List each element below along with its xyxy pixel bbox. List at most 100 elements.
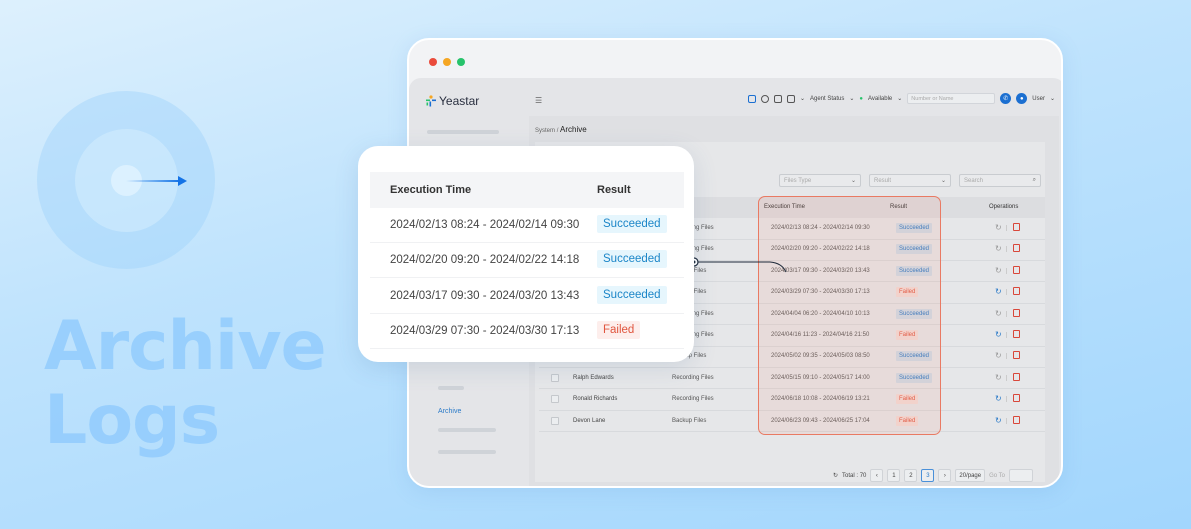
sidebar-item-placeholder[interactable] bbox=[427, 130, 499, 134]
menu-collapse-icon[interactable]: ☰ bbox=[535, 96, 542, 105]
chevron-down-icon: ⌄ bbox=[1049, 96, 1055, 102]
retry-icon[interactable]: ↻ bbox=[995, 223, 1002, 232]
breadcrumb: System / Archive bbox=[535, 125, 587, 134]
retry-icon[interactable]: ↻ bbox=[995, 416, 1002, 425]
availability-dropdown[interactable]: Available bbox=[868, 96, 892, 102]
page-2-button[interactable]: 2 bbox=[904, 469, 918, 482]
divider bbox=[1006, 396, 1007, 403]
sidebar-item-archive[interactable]: Archive bbox=[438, 408, 461, 415]
check-circle-icon: ● bbox=[859, 95, 864, 102]
search-icon: ⌕ bbox=[1032, 177, 1036, 183]
callout-status-badge: Failed bbox=[597, 320, 641, 339]
retry-icon[interactable]: ↻ bbox=[995, 373, 1002, 382]
row-name: Ronald Richards bbox=[573, 396, 618, 403]
divider bbox=[1006, 267, 1007, 274]
page-1-button[interactable]: 1 bbox=[887, 469, 901, 482]
chevron-down-icon: ⌄ bbox=[850, 178, 856, 184]
row-name: Ralph Edwards bbox=[573, 374, 614, 381]
hero-title-line2: Logs bbox=[44, 381, 220, 460]
highlight-box bbox=[758, 196, 941, 435]
user-avatar-icon[interactable]: ● bbox=[1016, 93, 1028, 104]
chevron-down-icon: ⌄ bbox=[897, 96, 903, 102]
callout-row: 2024/02/13 08:24 - 2024/02/14 09:30 Succe… bbox=[370, 208, 684, 243]
delete-icon[interactable] bbox=[1013, 287, 1020, 296]
callout-col-result: Result bbox=[597, 184, 631, 196]
phone-icon[interactable]: ✆ bbox=[1000, 93, 1012, 104]
delete-icon[interactable] bbox=[1013, 223, 1020, 231]
search-input[interactable]: Search ⌕ bbox=[959, 174, 1041, 187]
divider bbox=[1006, 332, 1007, 338]
divider bbox=[1006, 289, 1007, 296]
retry-icon[interactable]: ↻ bbox=[995, 309, 1002, 318]
row-checkbox[interactable] bbox=[551, 373, 559, 382]
page-size-select[interactable]: 20/page bbox=[955, 469, 986, 482]
divider bbox=[1006, 353, 1007, 360]
files-type-select[interactable]: Files Type ⌄ bbox=[779, 174, 861, 187]
total-count: Total : 70 bbox=[842, 472, 867, 479]
retry-icon[interactable]: ↻ bbox=[995, 287, 1002, 296]
page-3-button[interactable]: 3 bbox=[921, 469, 935, 482]
row-type: Recording Files bbox=[672, 396, 714, 403]
hero-title: Archive Logs bbox=[44, 310, 327, 460]
callout-status-badge: Succeeded bbox=[597, 215, 667, 233]
next-page-button[interactable]: › bbox=[938, 469, 952, 482]
breadcrumb-separator: / bbox=[556, 128, 559, 134]
pagination: ↻ Total : 70 ‹ 1 2 3 › 20/page Go To bbox=[833, 469, 1033, 482]
yeastar-logo[interactable]: Yeastar bbox=[425, 94, 479, 108]
delete-icon[interactable] bbox=[1013, 351, 1020, 360]
retry-icon[interactable]: ↻ bbox=[995, 394, 1002, 403]
delete-icon[interactable] bbox=[1013, 415, 1020, 424]
logo-icon bbox=[426, 95, 436, 107]
divider bbox=[1006, 246, 1007, 253]
sidebar-item-placeholder[interactable] bbox=[438, 428, 496, 432]
retry-icon[interactable]: ↻ bbox=[995, 266, 1002, 275]
delete-icon[interactable] bbox=[1013, 330, 1020, 338]
close-dot[interactable] bbox=[429, 58, 437, 66]
filter-bar: Files Type ⌄ Result ⌄ Search ⌕ bbox=[779, 174, 1041, 187]
delete-icon[interactable] bbox=[1013, 308, 1020, 317]
retry-icon[interactable]: ↻ bbox=[995, 351, 1002, 360]
callout-execution-time: 2024/02/20 09:20 - 2024/02/22 14:18 bbox=[390, 254, 580, 267]
callout-row: 2024/03/29 07:30 - 2024/03/30 17:13 Faile… bbox=[370, 314, 684, 349]
callout-row: 2024/03/17 09:30 - 2024/03/20 13:43 Succe… bbox=[370, 279, 684, 314]
monitor-icon[interactable] bbox=[786, 94, 795, 103]
top-bar-actions: ⌄ Agent Status ⌄ ● Available ⌄ Number or… bbox=[747, 93, 1055, 104]
result-select[interactable]: Result ⌄ bbox=[869, 174, 951, 187]
qr-icon[interactable] bbox=[747, 94, 756, 103]
callout-card: Execution Time Result 2024/02/13 08:24 -… bbox=[358, 146, 694, 362]
callout-status-badge: Succeeded bbox=[597, 285, 667, 304]
window-controls bbox=[429, 58, 465, 66]
callout-execution-time: 2024/03/29 07:30 - 2024/03/30 17:13 bbox=[390, 324, 580, 337]
delete-icon[interactable] bbox=[1013, 394, 1020, 403]
sidebar-item-placeholder[interactable] bbox=[438, 450, 496, 454]
maximize-dot[interactable] bbox=[457, 58, 465, 66]
chevron-down-icon: ⌄ bbox=[940, 178, 946, 184]
chevron-down-icon[interactable]: ⌄ bbox=[800, 95, 805, 102]
dial-input[interactable]: Number or Name bbox=[907, 93, 996, 104]
divider bbox=[1006, 225, 1007, 231]
retry-icon[interactable]: ↻ bbox=[995, 244, 1002, 253]
row-checkbox[interactable] bbox=[551, 395, 559, 404]
logo-text: Yeastar bbox=[439, 94, 480, 108]
agent-status-dropdown[interactable]: Agent Status bbox=[810, 96, 844, 102]
divider bbox=[1006, 417, 1007, 424]
sidebar-item-placeholder[interactable] bbox=[438, 386, 464, 390]
retry-icon[interactable]: ↻ bbox=[995, 330, 1002, 339]
row-type: Recording Files bbox=[672, 374, 714, 381]
callout-execution-time: 2024/03/17 09:30 - 2024/03/20 13:43 bbox=[390, 289, 580, 302]
user-menu[interactable]: User bbox=[1032, 96, 1045, 102]
row-checkbox[interactable] bbox=[551, 416, 559, 425]
goto-input[interactable] bbox=[1009, 469, 1033, 482]
col-operations: Operations bbox=[989, 204, 1019, 210]
callout-status-badge: Succeeded bbox=[597, 250, 667, 269]
minimize-dot[interactable] bbox=[443, 58, 451, 66]
prev-page-button[interactable]: ‹ bbox=[870, 469, 884, 482]
image-icon[interactable] bbox=[773, 94, 782, 103]
delete-icon[interactable] bbox=[1013, 372, 1020, 381]
row-type: Backup Files bbox=[672, 417, 707, 424]
refresh-icon[interactable]: ↻ bbox=[833, 472, 838, 479]
delete-icon[interactable] bbox=[1013, 244, 1020, 253]
help-icon[interactable] bbox=[760, 94, 769, 103]
breadcrumb-parent[interactable]: System bbox=[535, 128, 555, 134]
delete-icon[interactable] bbox=[1013, 265, 1020, 274]
